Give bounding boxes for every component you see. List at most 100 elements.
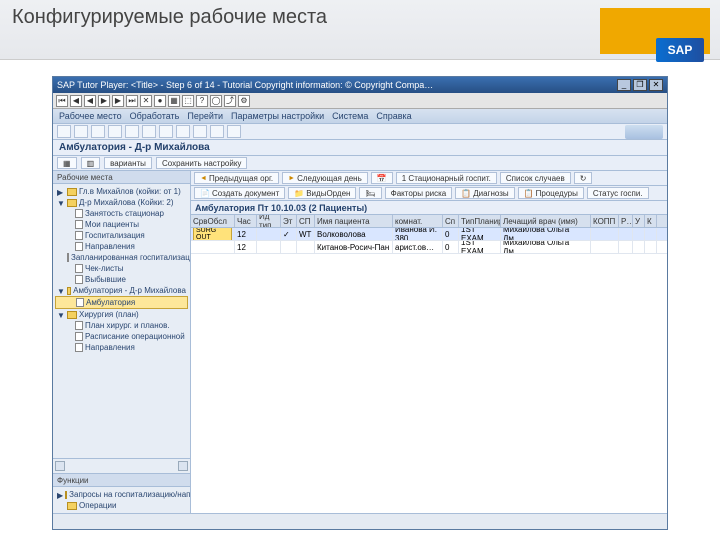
print-icon[interactable] <box>125 125 139 138</box>
column-header[interactable]: К <box>645 215 657 227</box>
create-doc-button[interactable]: 📄 Создать документ <box>194 187 285 199</box>
prev-button[interactable]: ◀ <box>84 95 96 107</box>
first-button[interactable]: ⏮ <box>56 95 68 107</box>
screen-icon[interactable]: ⬚ <box>182 95 194 107</box>
column-header[interactable]: Час <box>235 215 257 227</box>
gear-icon[interactable]: ⚙ <box>238 95 250 107</box>
prev-day-button[interactable]: Предыдущая орг. <box>194 172 279 184</box>
nextpage-icon[interactable] <box>210 125 224 138</box>
table-cell <box>257 228 281 240</box>
last-button[interactable]: ⏭ <box>126 95 138 107</box>
lastpage-icon[interactable] <box>227 125 241 138</box>
next-button[interactable]: ▶ <box>112 95 124 107</box>
check-icon[interactable] <box>57 125 71 138</box>
riskfactors-button[interactable]: Факторы риска <box>385 187 453 199</box>
menu-goto[interactable]: Перейти <box>187 111 223 121</box>
menu-settings[interactable]: Параметры настройки <box>231 111 324 121</box>
tree-node[interactable]: Запланированная госпитализац. <box>55 252 188 263</box>
rewind-button[interactable]: ◀ <box>70 95 82 107</box>
scroll-left-icon[interactable] <box>55 461 65 471</box>
column-header[interactable]: ТипПланир <box>459 215 501 227</box>
column-header[interactable]: Ид тип <box>257 215 281 227</box>
menu-workplace[interactable]: Рабочее место <box>59 111 122 121</box>
layout2-icon[interactable]: ▥ <box>81 157 101 169</box>
grid-icon[interactable]: ▦ <box>168 95 180 107</box>
calendar-icon[interactable]: 📅 <box>371 172 393 184</box>
tree-upper[interactable]: ▶Гл.в Михайлов (койки: от 1)▼Д-р Михайло… <box>53 184 190 458</box>
table-cell: 1ST EXAM <box>459 228 501 240</box>
export-icon[interactable]: ⤴ <box>224 95 236 107</box>
grid-empty-area <box>191 254 667 513</box>
menu-edit[interactable]: Обработать <box>130 111 180 121</box>
diagnosis-button[interactable]: 📋 Диагнозы <box>455 187 514 199</box>
cancel-icon[interactable] <box>108 125 122 138</box>
record-icon[interactable]: ● <box>154 95 166 107</box>
maximize-button[interactable]: ❐ <box>633 79 647 91</box>
minimize-button[interactable]: _ <box>617 79 631 91</box>
column-header[interactable]: Лечащий врач (имя) <box>501 215 591 227</box>
back-icon[interactable] <box>74 125 88 138</box>
tree-lower[interactable]: ▶Запросы на госпитализацию/направлен.Опе… <box>53 487 190 513</box>
column-header[interactable]: комнат. <box>393 215 443 227</box>
tree-node[interactable]: ▼Амбулатория - Д-р Михайлова <box>55 285 188 296</box>
prevpage-icon[interactable] <box>193 125 207 138</box>
table-cell: WT <box>297 228 315 240</box>
column-header[interactable]: Р… <box>619 215 633 227</box>
next-day-button[interactable]: Следующая день <box>282 172 368 184</box>
help-icon[interactable]: ? <box>196 95 208 107</box>
column-header[interactable]: КОПП <box>591 215 619 227</box>
tree-node[interactable]: ▶Гл.в Михайлов (койки: от 1) <box>55 186 188 197</box>
layout1-icon[interactable]: ▦ <box>57 157 77 169</box>
tree-node[interactable]: Амбулатория <box>55 296 188 309</box>
tree-node[interactable]: Мои пациенты <box>55 219 188 230</box>
find-icon[interactable] <box>142 125 156 138</box>
findnext-icon[interactable] <box>159 125 173 138</box>
table-cell <box>619 228 633 240</box>
tree-node[interactable]: План хирург. и планов. <box>55 320 188 331</box>
tree-node[interactable]: Госпитализация <box>55 230 188 241</box>
column-header[interactable]: СП <box>297 215 315 227</box>
tree-node[interactable]: Направления <box>55 342 188 353</box>
stop-button[interactable]: ✕ <box>140 95 152 107</box>
tree-node[interactable]: Занятость стационар <box>55 208 188 219</box>
stationary-button[interactable]: 1 Стационарный госпит. <box>396 172 497 184</box>
scroll-right-icon[interactable] <box>178 461 188 471</box>
tree-node[interactable]: Выбывшие <box>55 274 188 285</box>
column-header[interactable]: Сп <box>443 215 459 227</box>
tree-node[interactable]: Чек-листы <box>55 263 188 274</box>
save-settings-button[interactable]: Сохранить настройку <box>156 157 247 169</box>
procedures-button[interactable]: 📋 Процедуры <box>518 187 584 199</box>
table-row[interactable]: 12Китанов-Росич-Панарист.ов…01ST EXAMМих… <box>191 241 667 254</box>
tree-node[interactable]: ▼Д-р Михайлова (Койки: 2) <box>55 197 188 208</box>
tree-node[interactable]: Направления <box>55 241 188 252</box>
menu-help[interactable]: Справка <box>376 111 411 121</box>
column-header[interactable]: СрвОбсл <box>191 215 235 227</box>
status-button[interactable]: Статус госпи. <box>587 187 649 199</box>
view-toolbar: ▦ ▥ варианты Сохранить настройку <box>53 156 667 171</box>
content-toolbar-actions: 📄 Создать документ 📁 ВидыОрден 🛏 Факторы… <box>191 186 667 201</box>
close-button[interactable]: ✕ <box>649 79 663 91</box>
circle-icon[interactable]: ◯ <box>210 95 222 107</box>
firstpage-icon[interactable] <box>176 125 190 138</box>
tree-node[interactable]: Операции <box>55 500 188 511</box>
tree-node[interactable]: ▶Запросы на госпитализацию/направлен. <box>55 489 188 500</box>
viewdoc-button[interactable]: 📁 ВидыОрден <box>288 187 356 199</box>
exit-icon[interactable] <box>91 125 105 138</box>
table-cell <box>297 241 315 253</box>
case-list-button[interactable]: Список случаев <box>500 172 571 184</box>
bed-icon[interactable]: 🛏 <box>359 187 381 199</box>
table-cell: 12 <box>235 241 257 253</box>
menu-system[interactable]: Система <box>332 111 368 121</box>
column-header[interactable]: Эт <box>281 215 297 227</box>
tree-node[interactable]: Расписание операционной <box>55 331 188 342</box>
table-cell: 1ST EXAM <box>459 241 501 253</box>
refresh-icon[interactable]: ↻ <box>574 172 593 184</box>
table-cell: 0 <box>443 241 459 253</box>
column-header[interactable]: Имя пациента <box>315 215 393 227</box>
variants-button[interactable]: варианты <box>104 157 152 169</box>
play-button[interactable]: ▶ <box>98 95 110 107</box>
tree-node[interactable]: ▼Хирургия (план) <box>55 309 188 320</box>
column-header[interactable]: У <box>633 215 645 227</box>
patient-grid[interactable]: СрвОбслЧасИд типЭтСПИмя пациентакомнат.С… <box>191 215 667 254</box>
table-row[interactable]: SURG OUT12✓WTВолковоловаИванова И. 38001… <box>191 228 667 241</box>
